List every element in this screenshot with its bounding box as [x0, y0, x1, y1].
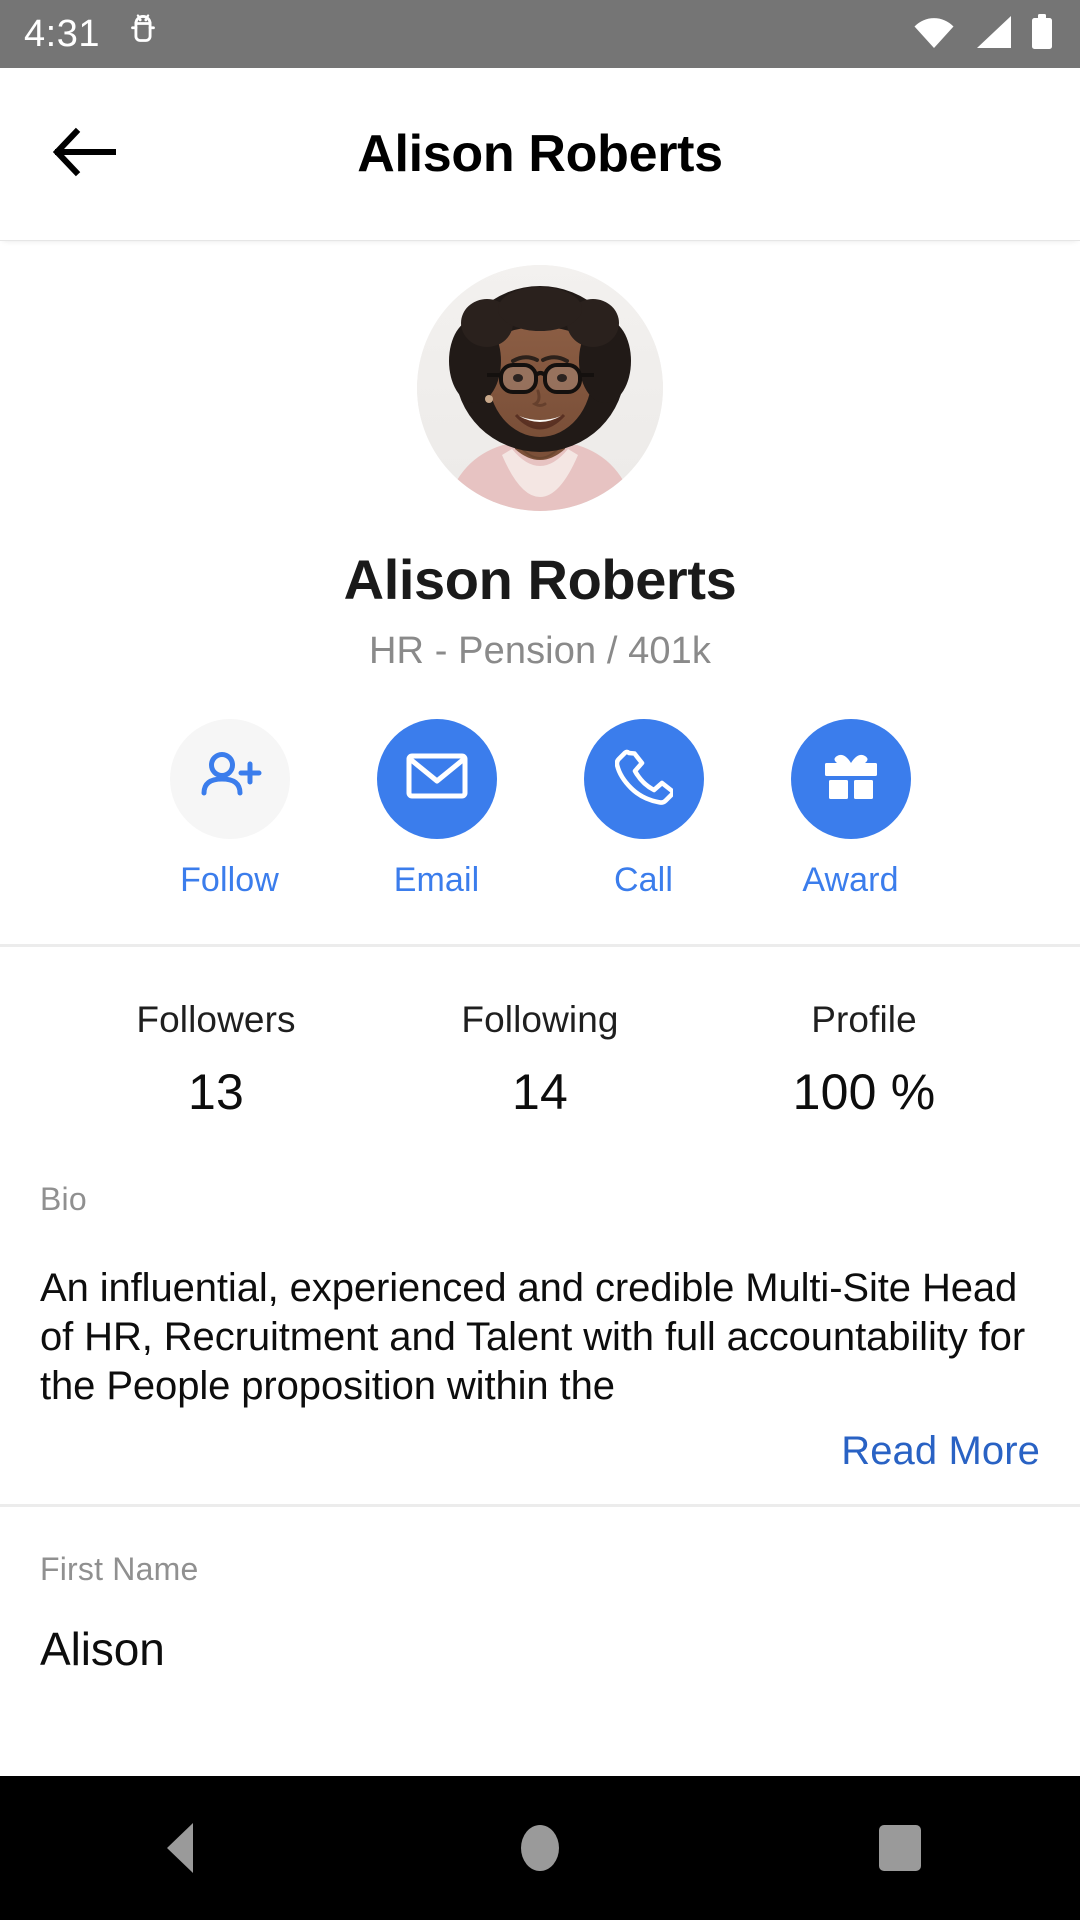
phone-icon	[614, 747, 675, 810]
bio-label: Bio	[40, 1180, 87, 1217]
cell-signal-icon	[973, 15, 1013, 54]
email-button-circle	[376, 718, 497, 839]
first-name-field[interactable]: First Name Alison	[0, 1507, 1080, 1676]
battery-icon	[1030, 13, 1054, 55]
stats-row: Followers 13 Following 14 Profile 100 %	[0, 947, 1080, 1161]
stat-following[interactable]: Following 14	[378, 999, 702, 1121]
stat-following-label: Following	[461, 998, 619, 1040]
stat-following-value: 14	[511, 1063, 568, 1120]
profile-header: Alison Roberts HR - Pension / 401k Follo…	[0, 240, 1080, 944]
gift-icon	[822, 748, 880, 809]
avatar-photo	[417, 265, 663, 511]
nav-recents-button[interactable]	[810, 1776, 990, 1920]
stat-followers[interactable]: Followers 13	[54, 999, 378, 1121]
follow-button-label: Follow	[180, 860, 279, 899]
first-name-value: Alison	[40, 1622, 165, 1675]
nav-back-button[interactable]	[90, 1776, 270, 1920]
stat-followers-value: 13	[187, 1063, 244, 1120]
status-bar: 4:31	[0, 0, 1080, 68]
bio-section: Bio An influential, experienced and cred…	[0, 1161, 1080, 1504]
android-nav-bar	[0, 1776, 1080, 1920]
status-time: 4:31	[24, 13, 100, 55]
status-system-icons	[912, 13, 1054, 55]
wifi-icon	[912, 15, 956, 54]
profile-action-buttons: Follow Email Call Award	[0, 718, 1080, 944]
first-name-label: First Name	[40, 1550, 199, 1587]
profile-subtitle: HR - Pension / 401k	[369, 629, 711, 672]
email-button[interactable]: Email	[354, 718, 519, 900]
email-button-label: Email	[393, 860, 480, 899]
nav-home-button[interactable]	[450, 1776, 630, 1920]
award-button-circle	[790, 718, 911, 839]
call-button[interactable]: Call	[561, 718, 726, 900]
person-add-icon	[198, 748, 262, 809]
android-robot-icon	[126, 13, 160, 56]
stat-profile[interactable]: Profile 100 %	[702, 999, 1026, 1121]
nav-home-icon	[521, 1825, 559, 1871]
avatar[interactable]	[417, 265, 663, 511]
call-button-circle	[583, 718, 704, 839]
app-bar: Alison Roberts	[0, 68, 1080, 240]
nav-recents-icon	[879, 1825, 921, 1871]
profile-name: Alison Roberts	[343, 548, 737, 611]
award-button[interactable]: Award	[768, 718, 933, 900]
envelope-icon	[406, 752, 468, 805]
follow-button-circle	[169, 718, 290, 839]
bio-text: An influential, experienced and credible…	[40, 1265, 1026, 1408]
nav-back-icon	[167, 1823, 193, 1873]
read-more-row: Read More	[40, 1429, 1040, 1504]
stat-profile-value: 100 %	[792, 1063, 936, 1120]
follow-button[interactable]: Follow	[147, 718, 312, 900]
call-button-label: Call	[614, 860, 673, 899]
stat-profile-label: Profile	[811, 998, 917, 1040]
page-title: Alison Roberts	[357, 125, 723, 183]
back-button[interactable]	[24, 94, 144, 214]
profile-scroll-content[interactable]: Alison Roberts HR - Pension / 401k Follo…	[0, 240, 1080, 1776]
status-notification-icons	[126, 13, 160, 56]
award-button-label: Award	[802, 860, 899, 899]
read-more-link[interactable]: Read More	[841, 1429, 1040, 1474]
arrow-left-icon	[52, 126, 117, 183]
phone-screen: 4:31 Alison Roberts Alison Roberts HR - …	[0, 0, 1080, 1920]
stat-followers-label: Followers	[136, 998, 296, 1040]
